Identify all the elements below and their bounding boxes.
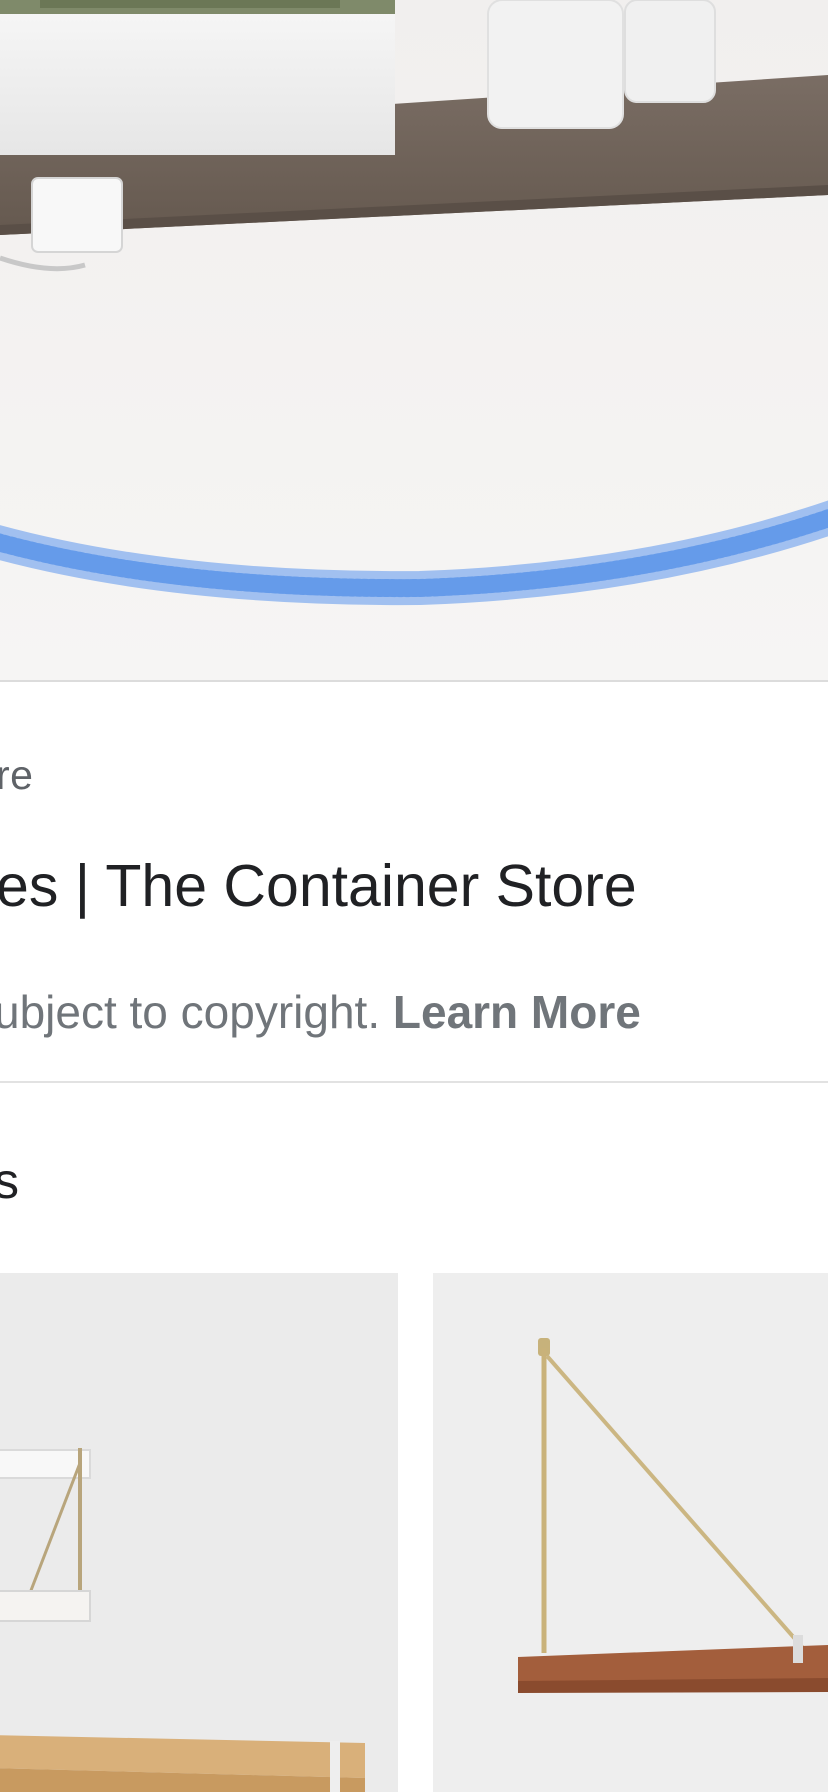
wall-shelves-photo [0, 1273, 398, 1792]
divider [0, 680, 828, 682]
brass-bracket-shelf-photo [433, 1273, 828, 1792]
result-source[interactable]: re [0, 752, 33, 799]
divider [0, 1081, 828, 1083]
result-title-link[interactable]: es | The Container Store [0, 852, 637, 920]
related-thumbnail-left[interactable] [0, 1273, 398, 1792]
learn-more-link[interactable]: Learn More [393, 986, 641, 1038]
copyright-text: ubject to copyright. [0, 986, 393, 1038]
hero-product-image[interactable] [0, 0, 828, 680]
related-thumbnail-right[interactable] [433, 1273, 828, 1792]
copyright-notice: ubject to copyright. Learn More [0, 985, 641, 1039]
related-section-heading: s [0, 1153, 19, 1209]
shelf-photo [0, 0, 828, 680]
